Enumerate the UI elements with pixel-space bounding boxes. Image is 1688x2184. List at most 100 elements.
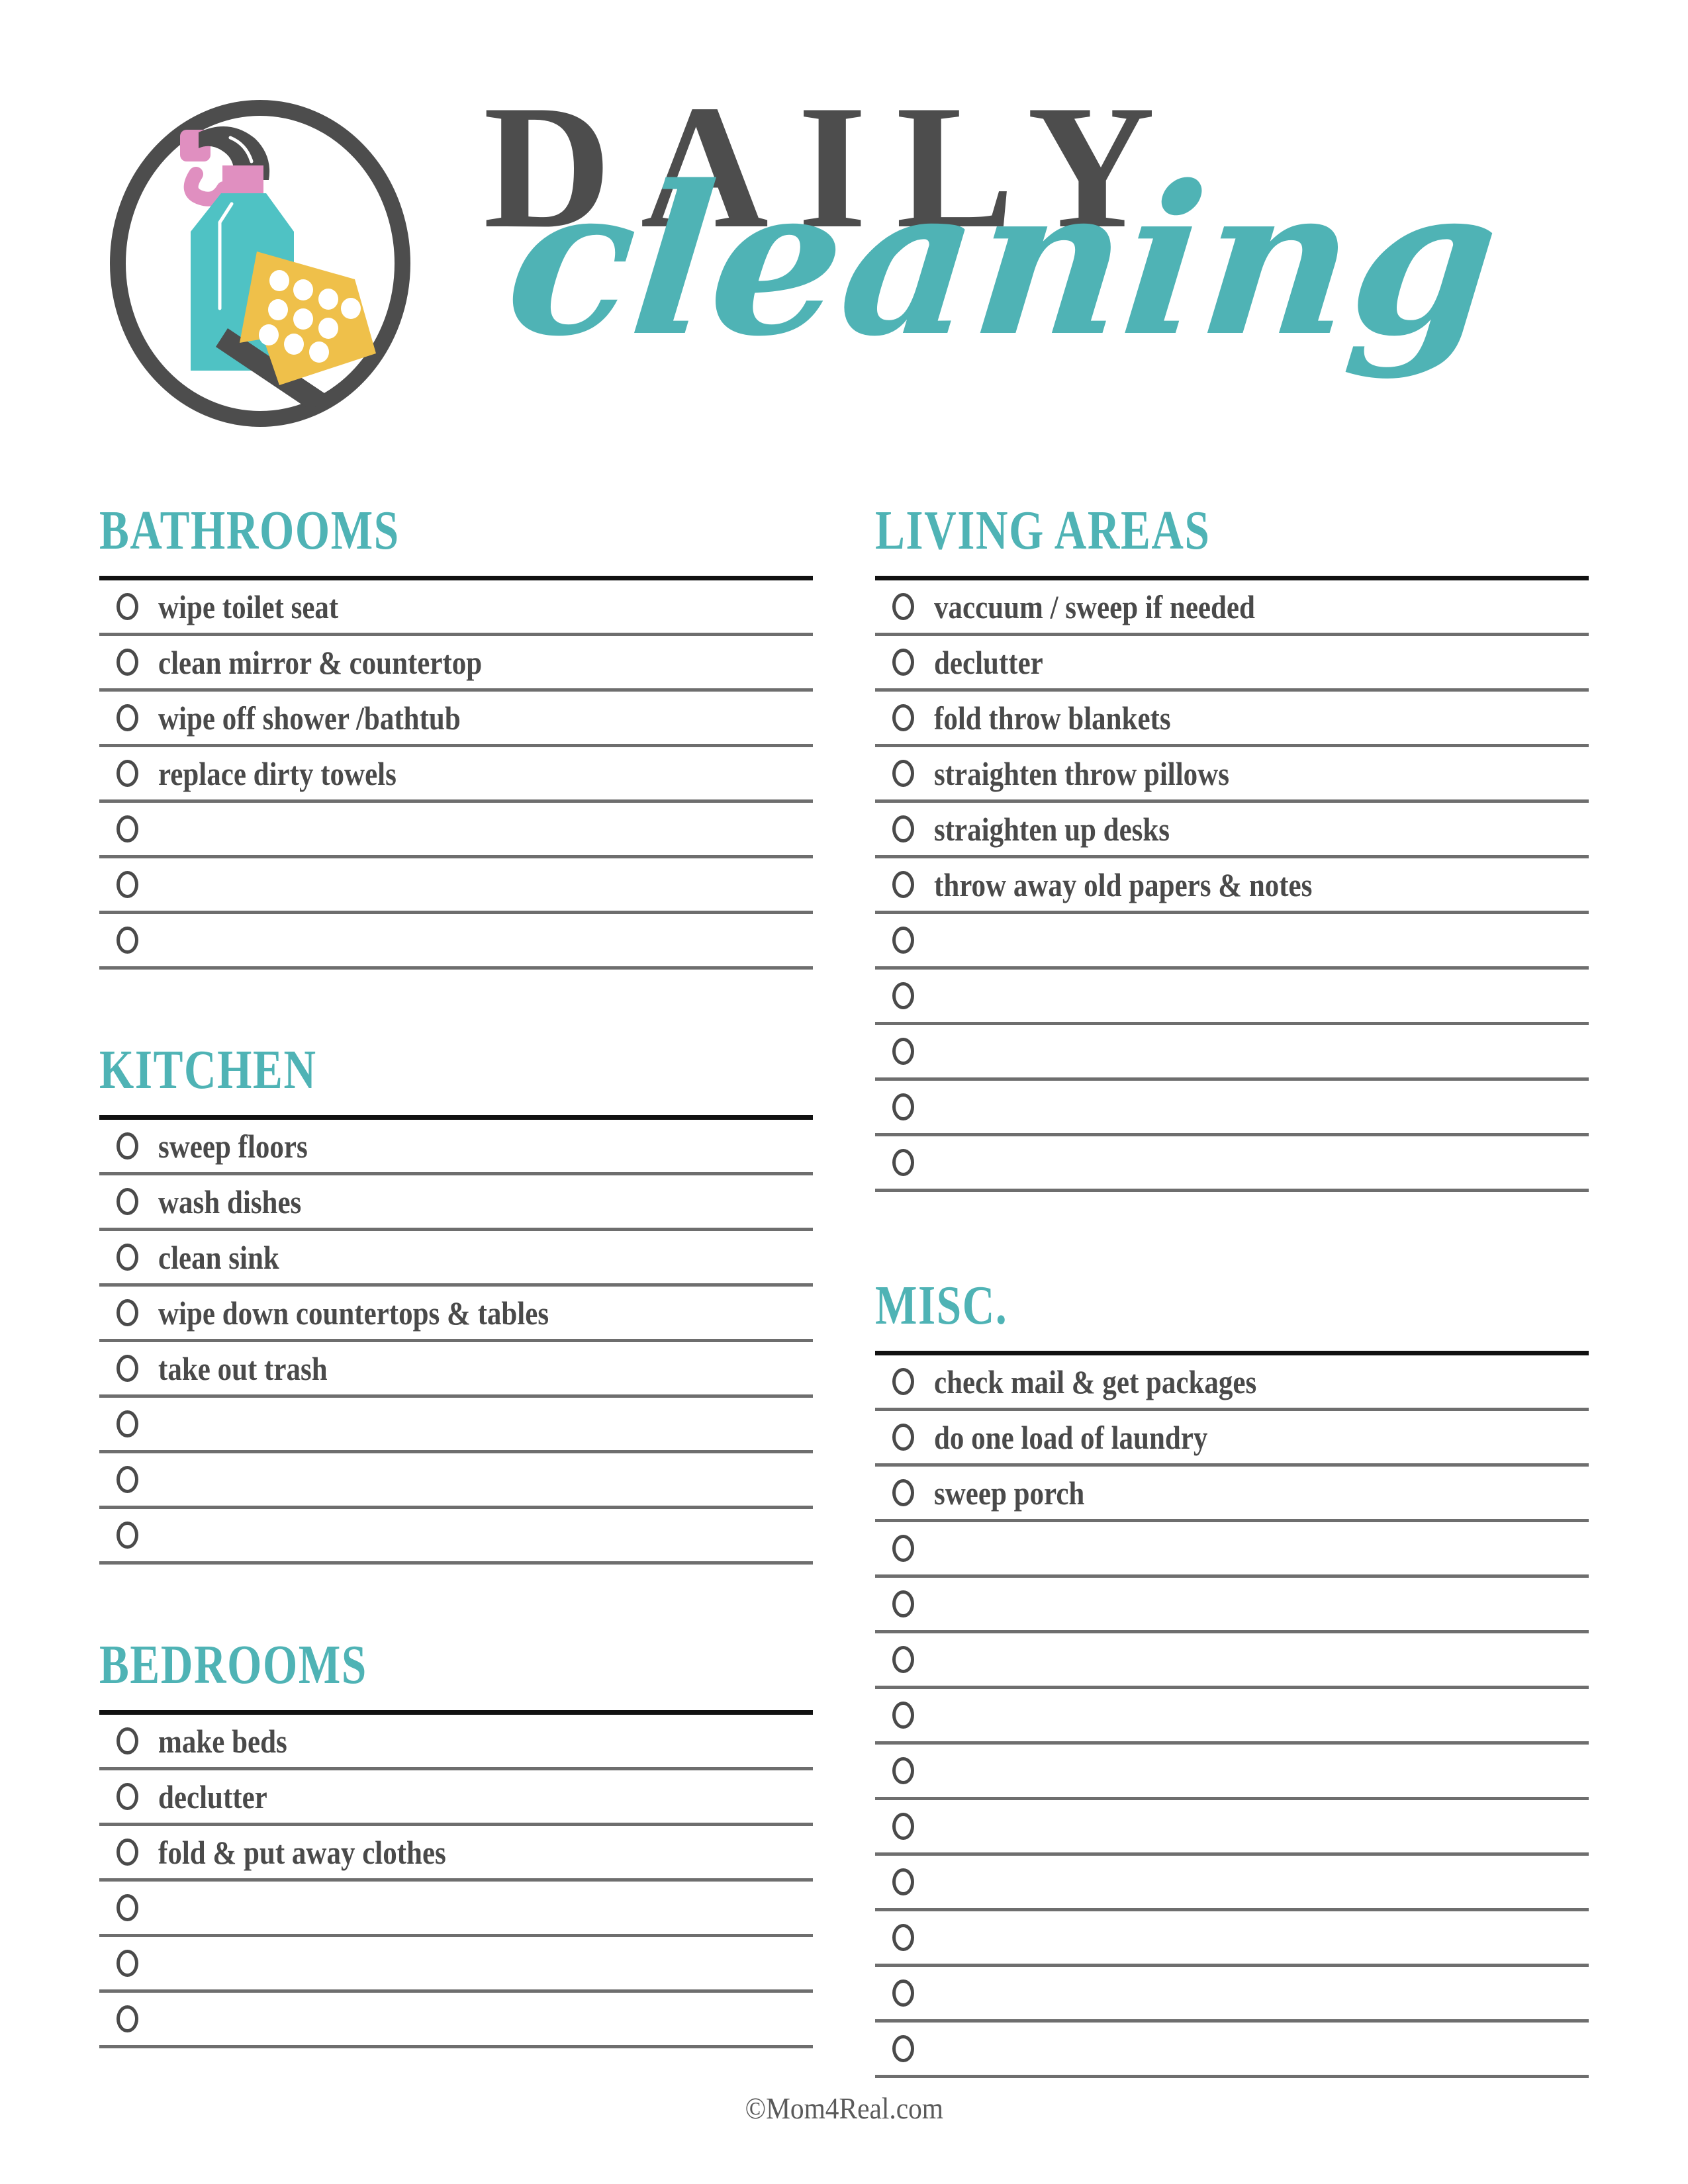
- checklist-row[interactable]: straighten throw pillows: [875, 747, 1589, 803]
- checkbox-circle-icon[interactable]: [892, 649, 914, 676]
- checklist-row[interactable]: [99, 914, 813, 970]
- checkbox-circle-icon[interactable]: [117, 1466, 138, 1493]
- checklist-row[interactable]: take out trash: [99, 1342, 813, 1398]
- checkbox-circle-icon[interactable]: [892, 760, 914, 787]
- checklist-row[interactable]: [99, 803, 813, 858]
- checkbox-circle-icon[interactable]: [117, 1188, 138, 1215]
- checkbox-circle-icon[interactable]: [117, 1410, 138, 1437]
- checklist-row[interactable]: sweep floors: [99, 1120, 813, 1175]
- checklist-row[interactable]: check mail & get packages: [875, 1355, 1589, 1411]
- logo: [98, 71, 429, 449]
- checkbox-circle-icon[interactable]: [117, 760, 138, 787]
- checklist-row[interactable]: sweep porch: [875, 1467, 1589, 1522]
- checklist-row[interactable]: [875, 1800, 1589, 1856]
- checklist-row[interactable]: do one load of laundry: [875, 1411, 1589, 1467]
- section-divider-bedrooms: [99, 1710, 813, 1715]
- checkbox-circle-icon[interactable]: [117, 1299, 138, 1326]
- checkbox-circle-icon[interactable]: [892, 1757, 914, 1784]
- checklist-row[interactable]: [875, 2023, 1589, 2078]
- checkbox-circle-icon[interactable]: [892, 1979, 914, 2007]
- checklist-row[interactable]: [99, 1937, 813, 1993]
- checklist-row[interactable]: wipe toilet seat: [99, 580, 813, 636]
- checklist-row[interactable]: vaccuum / sweep if needed: [875, 580, 1589, 636]
- checkbox-circle-icon[interactable]: [892, 1479, 914, 1506]
- checkbox-circle-icon[interactable]: [117, 927, 138, 954]
- checkbox-circle-icon[interactable]: [117, 704, 138, 731]
- checklist-row[interactable]: [875, 1967, 1589, 2023]
- checkbox-circle-icon[interactable]: [892, 704, 914, 731]
- checklist-row[interactable]: replace dirty towels: [99, 747, 813, 803]
- checkbox-circle-icon[interactable]: [892, 1868, 914, 1895]
- checkbox-circle-icon[interactable]: [892, 1590, 914, 1617]
- checkbox-circle-icon[interactable]: [117, 593, 138, 620]
- checkbox-circle-icon[interactable]: [117, 1950, 138, 1977]
- checkbox-circle-icon[interactable]: [117, 1839, 138, 1866]
- section-misc: MISC. check mail & get packages do one loa…: [875, 1278, 1589, 2078]
- checklist-row[interactable]: throw away old papers & notes: [875, 858, 1589, 914]
- checkbox-circle-icon[interactable]: [892, 871, 914, 898]
- checkbox-circle-icon[interactable]: [892, 1702, 914, 1729]
- checkbox-circle-icon[interactable]: [117, 815, 138, 842]
- checklist-row[interactable]: make beds: [99, 1715, 813, 1770]
- checklist-row[interactable]: [875, 970, 1589, 1025]
- checkbox-circle-icon[interactable]: [117, 1355, 138, 1382]
- checkbox-circle-icon[interactable]: [892, 1813, 914, 1840]
- checkbox-circle-icon[interactable]: [117, 1244, 138, 1271]
- checkbox-circle-icon[interactable]: [117, 1783, 138, 1810]
- checklist-item-label: straighten throw pillows: [934, 754, 1229, 792]
- checklist-row[interactable]: declutter: [99, 1770, 813, 1826]
- checklist-row[interactable]: [99, 1453, 813, 1509]
- checkbox-circle-icon[interactable]: [892, 1093, 914, 1120]
- checklist-row[interactable]: [875, 1578, 1589, 1633]
- checklist-row[interactable]: [875, 1136, 1589, 1192]
- checklist-bathrooms: wipe toilet seat clean mirror & counterto…: [99, 580, 813, 970]
- checklist-row[interactable]: [875, 1856, 1589, 1911]
- checklist-row[interactable]: [875, 914, 1589, 970]
- checkbox-circle-icon[interactable]: [892, 927, 914, 954]
- checkbox-circle-icon[interactable]: [892, 982, 914, 1009]
- checkbox-circle-icon[interactable]: [117, 1894, 138, 1921]
- checklist-item-label: fold throw blankets: [934, 699, 1171, 737]
- checklist-living-areas: vaccuum / sweep if needed declutter fold t…: [875, 580, 1589, 1192]
- checklist-row[interactable]: [99, 858, 813, 914]
- checkbox-circle-icon[interactable]: [117, 871, 138, 898]
- checklist-row[interactable]: clean sink: [99, 1231, 813, 1287]
- checklist-row[interactable]: [875, 1911, 1589, 1967]
- checklist-row[interactable]: [875, 1745, 1589, 1800]
- checkbox-circle-icon[interactable]: [892, 1149, 914, 1176]
- checkbox-circle-icon[interactable]: [892, 1924, 914, 1951]
- checkbox-circle-icon[interactable]: [117, 649, 138, 676]
- section-heading-kitchen: KITCHEN: [99, 1039, 317, 1101]
- checkbox-circle-icon[interactable]: [117, 1522, 138, 1549]
- checkbox-circle-icon[interactable]: [117, 2005, 138, 2032]
- checklist-row[interactable]: fold throw blankets: [875, 692, 1589, 747]
- checklist-row[interactable]: wipe off shower /bathtub: [99, 692, 813, 747]
- checklist-row[interactable]: [875, 1081, 1589, 1136]
- checkbox-circle-icon[interactable]: [892, 1424, 914, 1451]
- checkbox-circle-icon[interactable]: [892, 1535, 914, 1562]
- checkbox-circle-icon[interactable]: [117, 1132, 138, 1160]
- checklist-row[interactable]: [875, 1689, 1589, 1745]
- checklist-row[interactable]: declutter: [875, 636, 1589, 692]
- checkbox-circle-icon[interactable]: [892, 815, 914, 842]
- checkbox-circle-icon[interactable]: [892, 2035, 914, 2062]
- checkbox-circle-icon[interactable]: [117, 1727, 138, 1754]
- checklist-row[interactable]: [875, 1025, 1589, 1081]
- checklist-row[interactable]: wipe down countertops & tables: [99, 1287, 813, 1342]
- checklist-row[interactable]: clean mirror & countertop: [99, 636, 813, 692]
- checkbox-circle-icon[interactable]: [892, 1646, 914, 1673]
- checklist-row[interactable]: [99, 1993, 813, 2048]
- checklist-item-label: straighten up desks: [934, 810, 1170, 848]
- checkbox-circle-icon[interactable]: [892, 1038, 914, 1065]
- checkbox-circle-icon[interactable]: [892, 593, 914, 620]
- checkbox-circle-icon[interactable]: [892, 1368, 914, 1395]
- checklist-row[interactable]: straighten up desks: [875, 803, 1589, 858]
- checklist-row[interactable]: [99, 1882, 813, 1937]
- checklist-row[interactable]: [99, 1509, 813, 1565]
- checklist-row[interactable]: [875, 1633, 1589, 1689]
- checklist-row[interactable]: fold & put away clothes: [99, 1826, 813, 1882]
- checklist-item-label: take out trash: [158, 1349, 328, 1387]
- checklist-row[interactable]: [875, 1522, 1589, 1578]
- checklist-row[interactable]: wash dishes: [99, 1175, 813, 1231]
- checklist-row[interactable]: [99, 1398, 813, 1453]
